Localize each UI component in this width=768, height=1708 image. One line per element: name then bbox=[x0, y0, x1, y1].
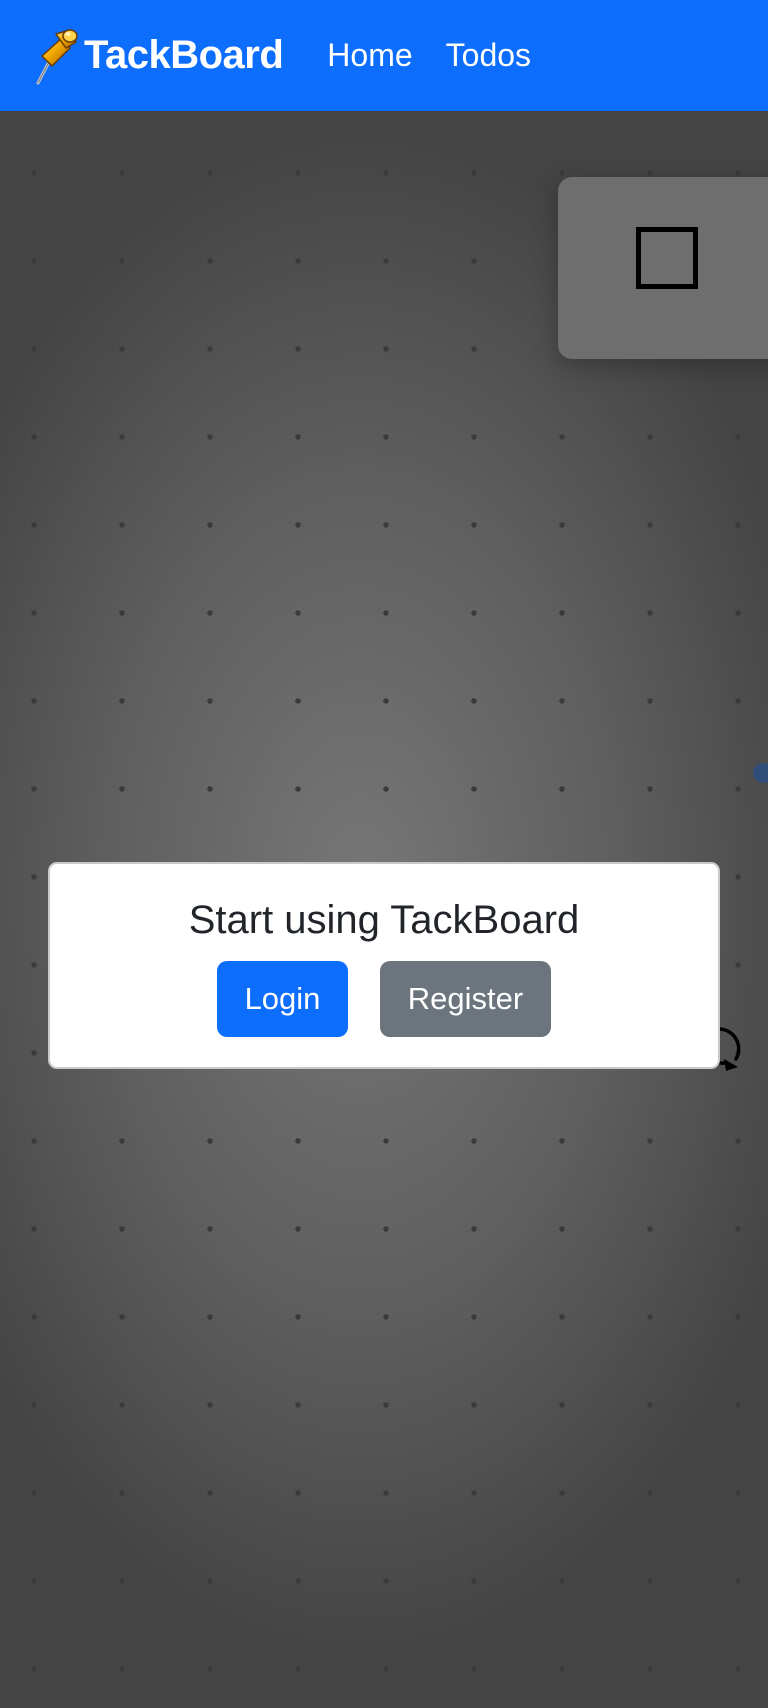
pushpin-icon bbox=[36, 28, 78, 84]
sticky-note[interactable] bbox=[558, 177, 768, 359]
empty-checkbox-icon[interactable] bbox=[636, 227, 698, 289]
nav-link-todos[interactable]: Todos bbox=[446, 37, 531, 74]
start-dialog: Start using TackBoard Login Register bbox=[48, 862, 720, 1069]
nav-link-home[interactable]: Home bbox=[327, 37, 412, 74]
brand-name: TackBoard bbox=[84, 33, 284, 77]
nav-links: Home Todos bbox=[327, 37, 564, 74]
register-button[interactable]: Register bbox=[380, 961, 551, 1037]
dialog-buttons: Login Register bbox=[50, 961, 718, 1037]
login-button[interactable]: Login bbox=[217, 961, 348, 1037]
connection-dot[interactable] bbox=[753, 763, 768, 783]
brand-link[interactable]: TackBoard bbox=[32, 26, 284, 86]
dialog-title: Start using TackBoard bbox=[188, 898, 580, 942]
navbar: TackBoard Home Todos bbox=[0, 0, 768, 111]
